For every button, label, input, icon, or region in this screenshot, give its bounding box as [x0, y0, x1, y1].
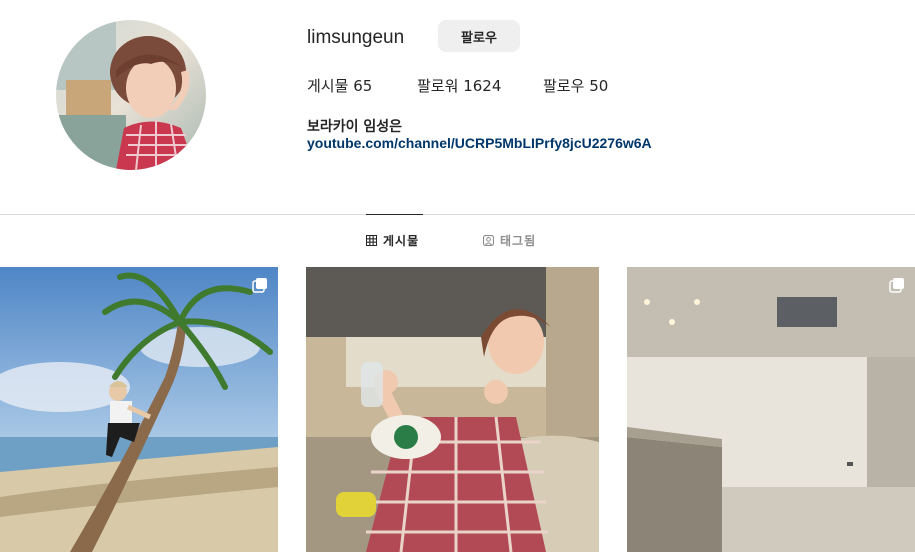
profile-avatar[interactable] — [56, 20, 206, 170]
bio-name: 보라카이 임성은 — [307, 119, 403, 135]
tab-posts-label: 게시물 — [383, 233, 420, 248]
tab-tagged-label: 태그됨 — [500, 233, 537, 248]
avatar-photo — [56, 20, 206, 170]
multi-post-icon — [252, 278, 267, 293]
multi-post-icon — [889, 278, 904, 293]
post-thumbnail[interactable] — [306, 267, 599, 552]
following-stat-label: 팔로우 — [543, 77, 585, 95]
post-thumbnail[interactable] — [0, 267, 278, 552]
posts-stat-count: 65 — [353, 77, 373, 95]
post-image-beach — [0, 267, 278, 552]
followers-stat-count: 1624 — [463, 77, 502, 95]
grid-icon — [366, 234, 377, 246]
follow-button[interactable]: 팔로우 — [438, 20, 520, 52]
tab-posts[interactable]: 게시물 — [366, 214, 423, 265]
tab-tagged[interactable]: 태그됨 — [483, 215, 543, 265]
bio-link[interactable]: youtube.com/channel/UCRP5MbLIPrfy8jcU227… — [307, 135, 652, 151]
posts-stat-label: 게시물 — [307, 77, 349, 95]
post-image-pajamas — [306, 267, 599, 552]
tabs-divider — [0, 214, 915, 215]
posts-stat: 게시물 65 — [307, 75, 372, 96]
post-thumbnail[interactable] — [627, 267, 915, 552]
followers-stat[interactable]: 팔로워 1624 — [417, 75, 501, 96]
following-stat-count: 50 — [589, 77, 609, 95]
following-stat[interactable]: 팔로우 50 — [543, 75, 608, 96]
post-image-room — [627, 267, 915, 552]
followers-stat-label: 팔로워 — [417, 77, 459, 95]
profile-username: limsungeun — [307, 27, 405, 48]
tagged-icon — [483, 234, 494, 246]
